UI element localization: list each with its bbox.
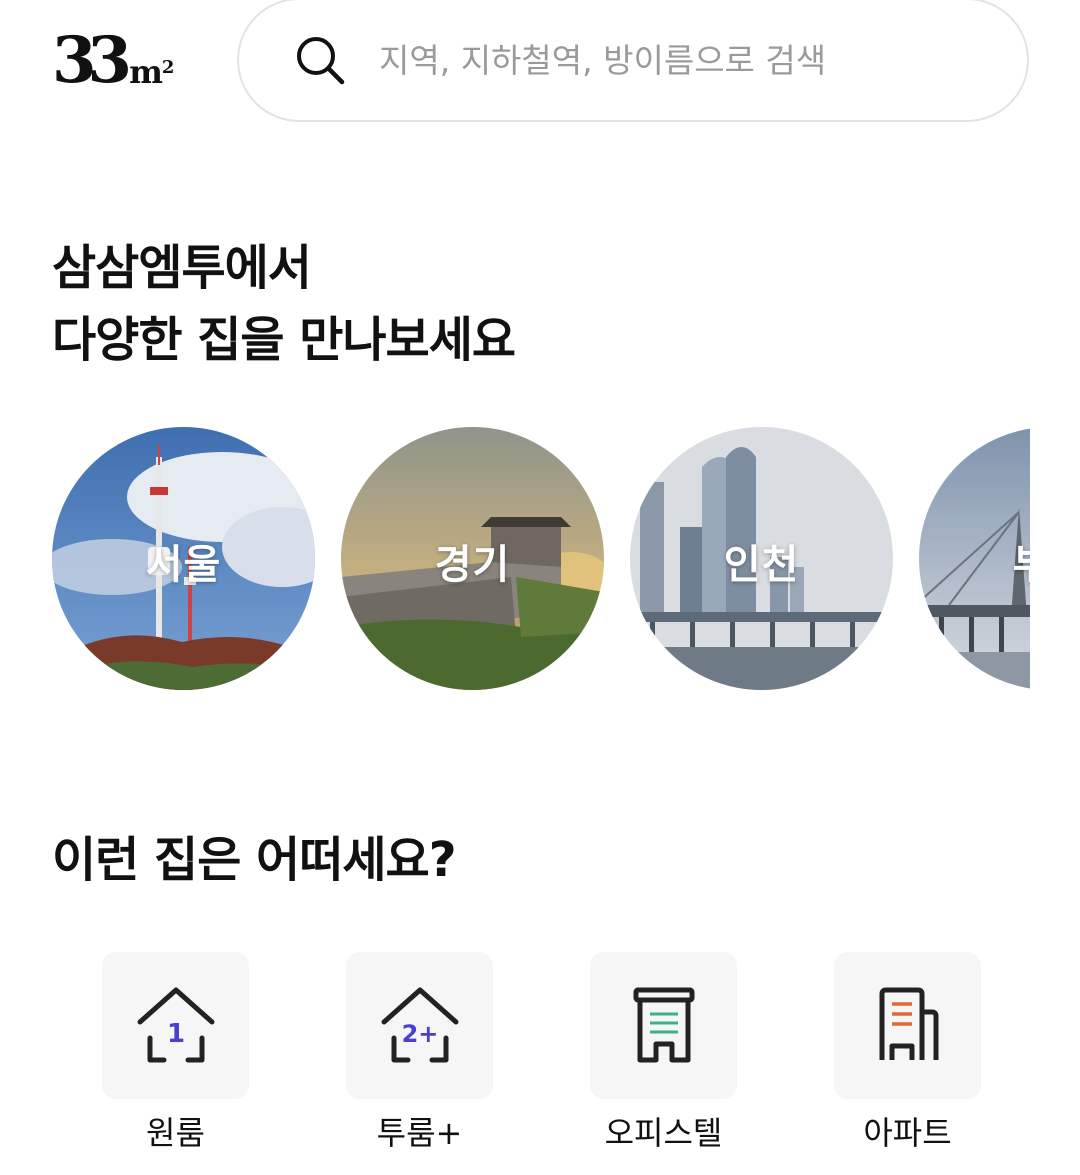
category-tworoom[interactable]: 2+ 투룸+ (346, 952, 493, 1153)
house-2plus-icon: 2+ (381, 987, 458, 1062)
category-apartment-label: 아파트 (863, 1114, 952, 1152)
region-busan[interactable]: 부산 (919, 427, 1030, 690)
search-icon (297, 37, 345, 85)
category-tworoom-box[interactable]: 2+ (346, 952, 493, 1099)
region-label-busan: 부산 (919, 532, 1030, 590)
svg-text:1: 1 (166, 1019, 184, 1049)
category-oneroom-box[interactable]: 1 (102, 952, 249, 1099)
recommend-title: 이런 집은 어떠세요? (52, 832, 457, 888)
category-apartment[interactable]: 아파트 (834, 952, 981, 1153)
category-officetel-label: 오피스텔 (604, 1114, 723, 1152)
apartment-icon (879, 987, 938, 1060)
search-input[interactable] (379, 30, 1027, 90)
category-tworoom-label: 투룸+ (376, 1114, 463, 1152)
category-oneroom-label: 원룸 (146, 1114, 205, 1152)
category-officetel-box[interactable] (590, 952, 737, 1099)
logo-unit: m2 (129, 53, 174, 91)
region-seoul[interactable]: 서울 (52, 427, 315, 690)
app-root: 33 m2 삼삼엠투에서 다양한 집을 만나보세요 (0, 0, 1080, 1175)
category-oneroom[interactable]: 1 원룸 (102, 952, 249, 1153)
region-gyeonggi[interactable]: 경기 (341, 427, 604, 690)
hero-title: 삼삼엠투에서 다양한 집을 만나보세요 (52, 232, 752, 376)
svg-text:2+: 2+ (401, 1020, 438, 1048)
region-label-seoul: 서울 (145, 542, 222, 588)
brand-logo[interactable]: 33 m2 (52, 23, 192, 98)
region-label-gyeonggi: 경기 (434, 542, 511, 588)
logo-number: 33 (52, 23, 132, 98)
region-carousel[interactable]: 서울 경기 인천 (52, 427, 1030, 691)
category-officetel[interactable]: 오피스텔 (590, 952, 737, 1153)
house-1-icon: 1 (137, 987, 214, 1062)
hero-title-line-2: 다양한 집을 만나보세요 (52, 312, 516, 368)
hero-title-line-1: 삼삼엠투에서 (52, 240, 312, 296)
region-incheon[interactable]: 인천 (630, 427, 893, 690)
search-bar[interactable] (237, 0, 1029, 122)
category-apartment-box[interactable] (834, 952, 981, 1099)
region-label-incheon: 인천 (723, 542, 800, 588)
officetel-icon (633, 987, 694, 1062)
category-list: 1 원룸 2+ 투룸+ 오피스텔 아파트 (0, 952, 1080, 1162)
